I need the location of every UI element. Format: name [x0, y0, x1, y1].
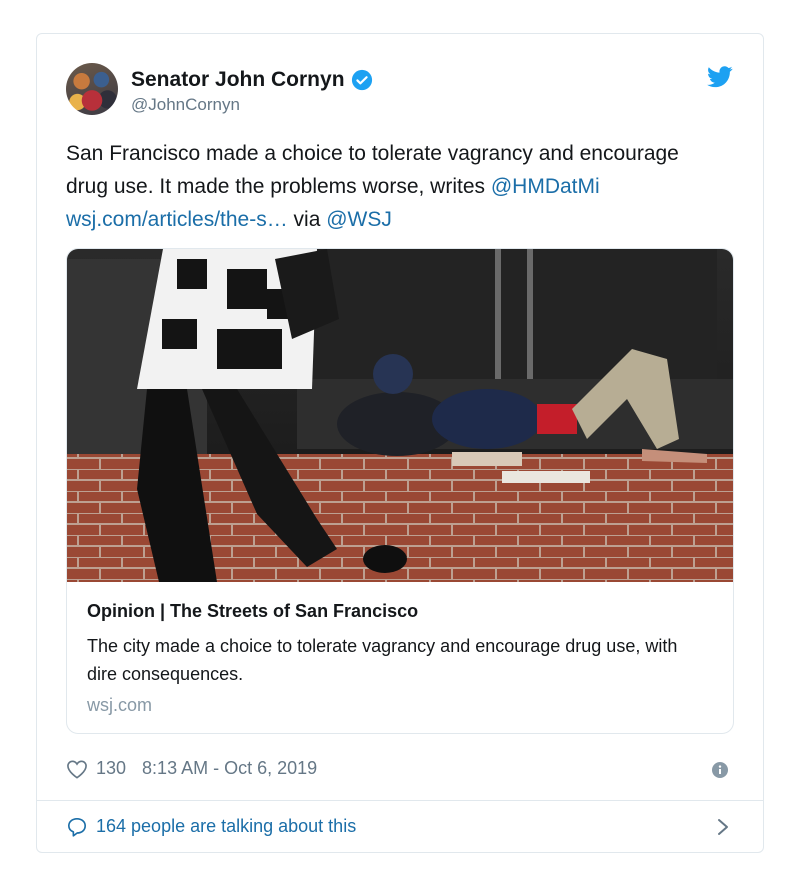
tweet-text-via: via: [287, 208, 327, 231]
conversation-label[interactable]: 164 people are talking about this: [96, 816, 356, 837]
conversation-link[interactable]: 164 people are talking about this: [66, 816, 356, 837]
tweet-text: San Francisco made a choice to tolerate …: [66, 137, 726, 236]
link-preview-card[interactable]: Opinion | The Streets of San Francisco T…: [66, 248, 734, 734]
author-name-row[interactable]: Senator John Cornyn: [131, 68, 373, 92]
card-description: The city made a choice to tolerate vagra…: [87, 636, 678, 684]
card-title[interactable]: Opinion | The Streets of San Francisco: [87, 601, 418, 622]
divider: [37, 800, 763, 801]
info-icon[interactable]: [712, 762, 728, 778]
tweet-meta: 130 8:13 AM - Oct 6, 2019: [66, 758, 317, 779]
author-handle[interactable]: @JohnCornyn: [131, 95, 240, 115]
author-display-name[interactable]: Senator John Cornyn: [131, 68, 345, 92]
like-count[interactable]: 130: [96, 758, 126, 779]
heart-icon[interactable]: [66, 759, 88, 779]
article-url-link[interactable]: wsj.com/articles/the-s…: [66, 208, 288, 231]
mention-author-link[interactable]: @HMDatMi: [491, 175, 600, 198]
card-domain: wsj.com: [87, 695, 153, 715]
chevron-right-icon[interactable]: [717, 818, 729, 836]
tweet-embed-card: Senator John Cornyn @JohnCornyn San Fran…: [36, 33, 764, 853]
twitter-bird-icon[interactable]: [707, 66, 733, 88]
article-photo: [67, 249, 733, 582]
speech-bubble-icon: [68, 817, 86, 837]
tweet-timestamp[interactable]: 8:13 AM - Oct 6, 2019: [142, 758, 317, 779]
mention-source-link[interactable]: @WSJ: [326, 208, 392, 231]
avatar[interactable]: [66, 63, 118, 115]
verified-badge-icon: [351, 69, 372, 91]
